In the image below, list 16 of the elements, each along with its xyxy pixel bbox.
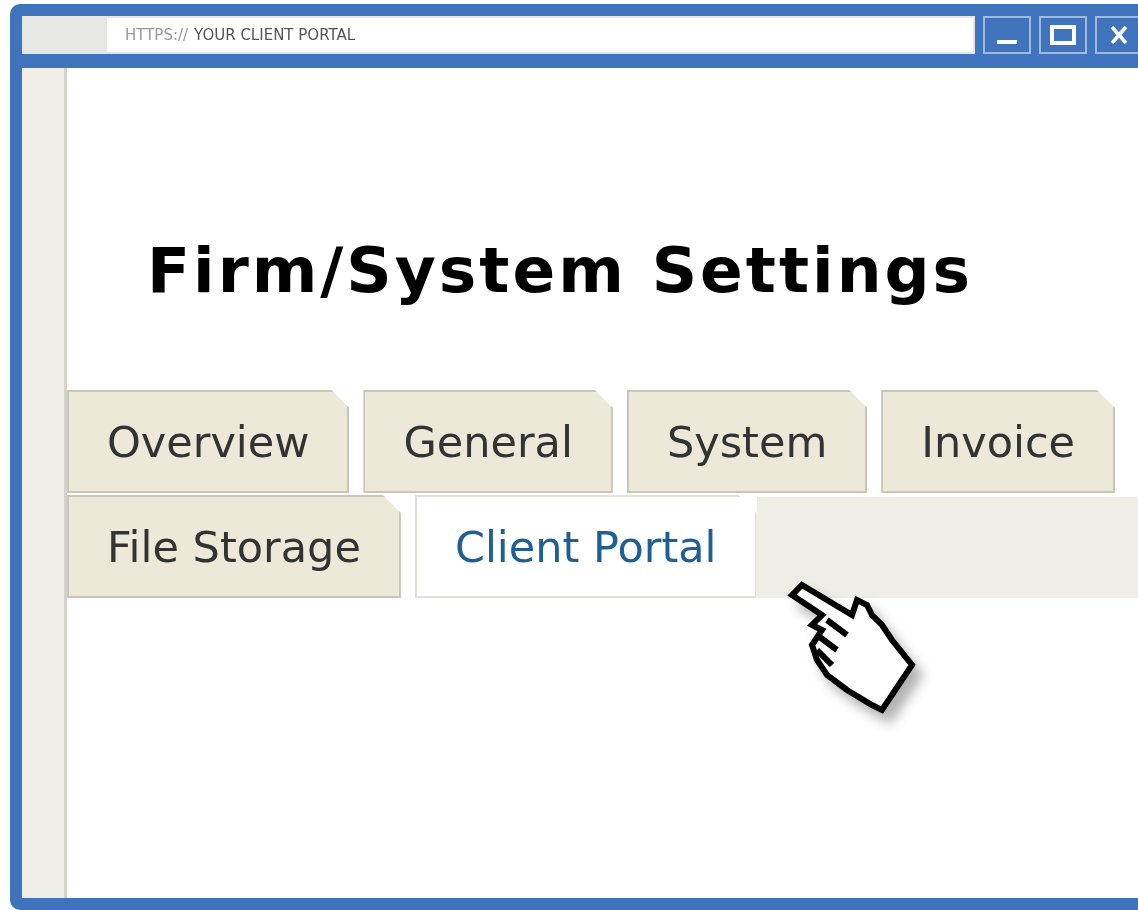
minimize-button[interactable] — [983, 16, 1031, 54]
maximize-button[interactable] — [1039, 16, 1087, 54]
close-icon — [1110, 25, 1128, 45]
url-scheme: HTTPS:// — [125, 26, 189, 44]
tab[interactable]: Overview — [67, 390, 350, 493]
url-text: YOUR CLIENT PORTAL — [194, 26, 356, 44]
tab[interactable]: File Storage — [67, 495, 401, 598]
maximize-icon — [1050, 25, 1076, 45]
tab[interactable]: System — [626, 390, 868, 493]
minimize-icon — [997, 40, 1017, 44]
tab[interactable]: Client Portal — [414, 495, 757, 598]
address-bar[interactable]: HTTPS:// YOUR CLIENT PORTAL — [22, 16, 975, 54]
tab[interactable]: Invoice — [881, 390, 1115, 493]
tab[interactable]: General — [363, 390, 613, 493]
page-heading: Firm/System Settings — [147, 234, 975, 308]
close-button[interactable] — [1095, 16, 1138, 54]
